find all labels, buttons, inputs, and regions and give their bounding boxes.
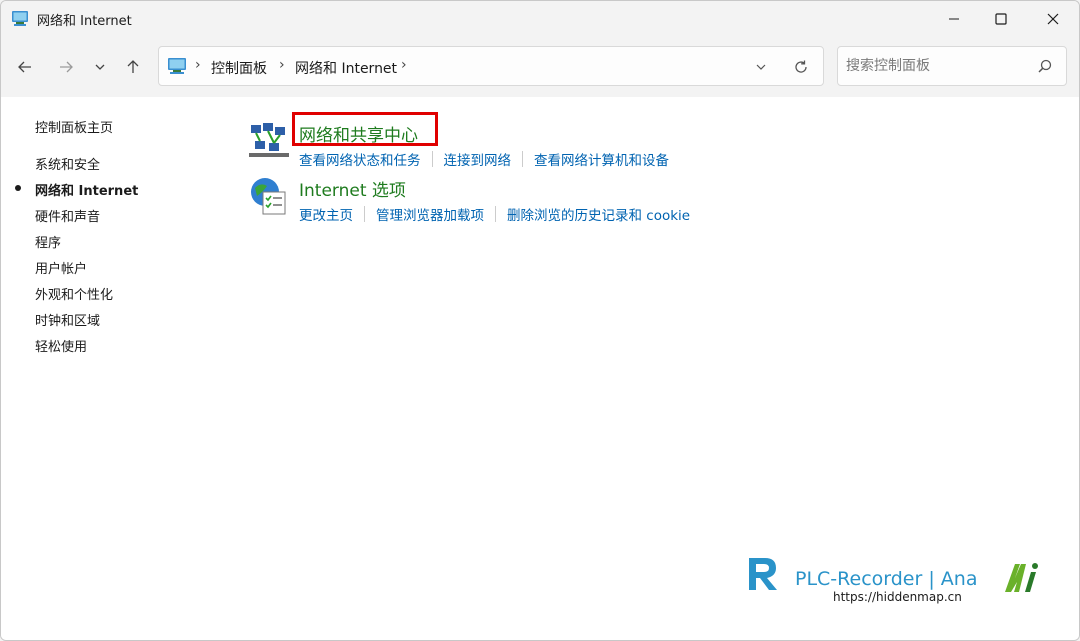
up-button[interactable] <box>121 55 145 79</box>
sidebar-item-appearance[interactable]: 外观和个性化 <box>35 284 113 303</box>
close-button[interactable] <box>1030 1 1076 37</box>
breadcrumb-network-internet[interactable]: 网络和 Internet <box>295 58 397 78</box>
sidebar: 控制面板主页 系统和安全 网络和 Internet 硬件和声音 程序 用户帐户 … <box>1 97 201 640</box>
link-divider <box>431 151 433 167</box>
watermark: PLC-Recorder | Ana https://hiddenmap.cn <box>745 556 1045 606</box>
sidebar-item-user-accounts[interactable]: 用户帐户 <box>35 258 87 277</box>
link-change-homepage[interactable]: 更改主页 <box>299 204 353 224</box>
active-indicator <box>15 185 21 191</box>
breadcrumb-control-panel[interactable]: 控制面板 <box>211 58 267 78</box>
sidebar-item-network-internet[interactable]: 网络和 Internet <box>35 180 138 199</box>
close-icon <box>1047 13 1059 25</box>
breadcrumb-separator[interactable]: › <box>401 57 407 73</box>
ai-logo-icon <box>1003 560 1041 594</box>
chevron-down-icon <box>95 64 105 70</box>
address-bar[interactable]: › 控制面板 › 网络和 Internet › <box>158 46 824 86</box>
minimize-icon <box>949 18 959 20</box>
watermark-brand: PLC-Recorder | Ana <box>795 568 978 590</box>
watermark-url: https://hiddenmap.cn <box>833 590 962 604</box>
maximize-button[interactable] <box>978 1 1024 37</box>
link-connect-to-network[interactable]: 连接到网络 <box>444 149 512 169</box>
minimize-button[interactable] <box>931 1 977 37</box>
link-divider <box>495 206 496 222</box>
sidebar-item-clock-region[interactable]: 时钟和区域 <box>35 310 100 329</box>
sidebar-item-hardware-sound[interactable]: 硬件和声音 <box>35 206 100 225</box>
control-panel-icon <box>11 9 29 27</box>
control-panel-icon <box>167 57 187 75</box>
link-divider <box>364 206 365 222</box>
sidebar-item-programs[interactable]: 程序 <box>35 232 61 251</box>
link-divider <box>522 151 523 167</box>
recorder-logo-icon <box>745 556 781 592</box>
category-links: 更改主页 管理浏览器加载项 删除浏览的历史记录和 cookie <box>299 204 690 224</box>
network-sharing-icon[interactable] <box>249 121 289 161</box>
search-icon[interactable] <box>1036 58 1054 76</box>
maximize-icon <box>995 13 1007 25</box>
address-history-button[interactable] <box>751 57 771 77</box>
internet-options-icon[interactable] <box>249 176 289 216</box>
forward-button[interactable] <box>54 55 78 79</box>
arrow-up-icon <box>127 60 139 73</box>
link-view-network-computers[interactable]: 查看网络计算机和设备 <box>534 149 669 169</box>
highlight-box <box>292 112 438 146</box>
arrow-left-icon <box>18 61 31 73</box>
category-title-internet-options[interactable]: Internet 选项 <box>299 176 406 201</box>
control-panel-window: 网络和 Internet › 控制面板 › 网络和 Internet › 搜索控… <box>0 0 1080 641</box>
search-box[interactable] <box>837 46 1067 86</box>
link-manage-addons[interactable]: 管理浏览器加载项 <box>376 204 484 224</box>
search-input[interactable] <box>846 56 1026 76</box>
title-bar: 网络和 Internet <box>1 1 1079 37</box>
link-view-network-status[interactable]: 查看网络状态和任务 <box>299 149 421 169</box>
refresh-button[interactable] <box>791 57 811 77</box>
category-links: 查看网络状态和任务 连接到网络 查看网络计算机和设备 <box>299 149 669 169</box>
breadcrumb-separator: › <box>195 57 201 73</box>
window-title: 网络和 Internet <box>37 14 132 29</box>
sidebar-item-system-security[interactable]: 系统和安全 <box>35 154 100 173</box>
breadcrumb-separator: › <box>279 57 285 73</box>
recent-locations-button[interactable] <box>88 55 112 79</box>
back-button[interactable] <box>13 55 37 79</box>
link-delete-history[interactable]: 删除浏览的历史记录和 cookie <box>507 204 690 224</box>
chevron-down-icon <box>756 64 766 70</box>
sidebar-item-ease-of-access[interactable]: 轻松使用 <box>35 336 87 355</box>
arrow-right-icon <box>60 61 73 73</box>
refresh-icon <box>795 60 807 73</box>
navigation-bar: › 控制面板 › 网络和 Internet › <box>1 37 1079 97</box>
sidebar-home-link[interactable]: 控制面板主页 <box>35 117 113 136</box>
